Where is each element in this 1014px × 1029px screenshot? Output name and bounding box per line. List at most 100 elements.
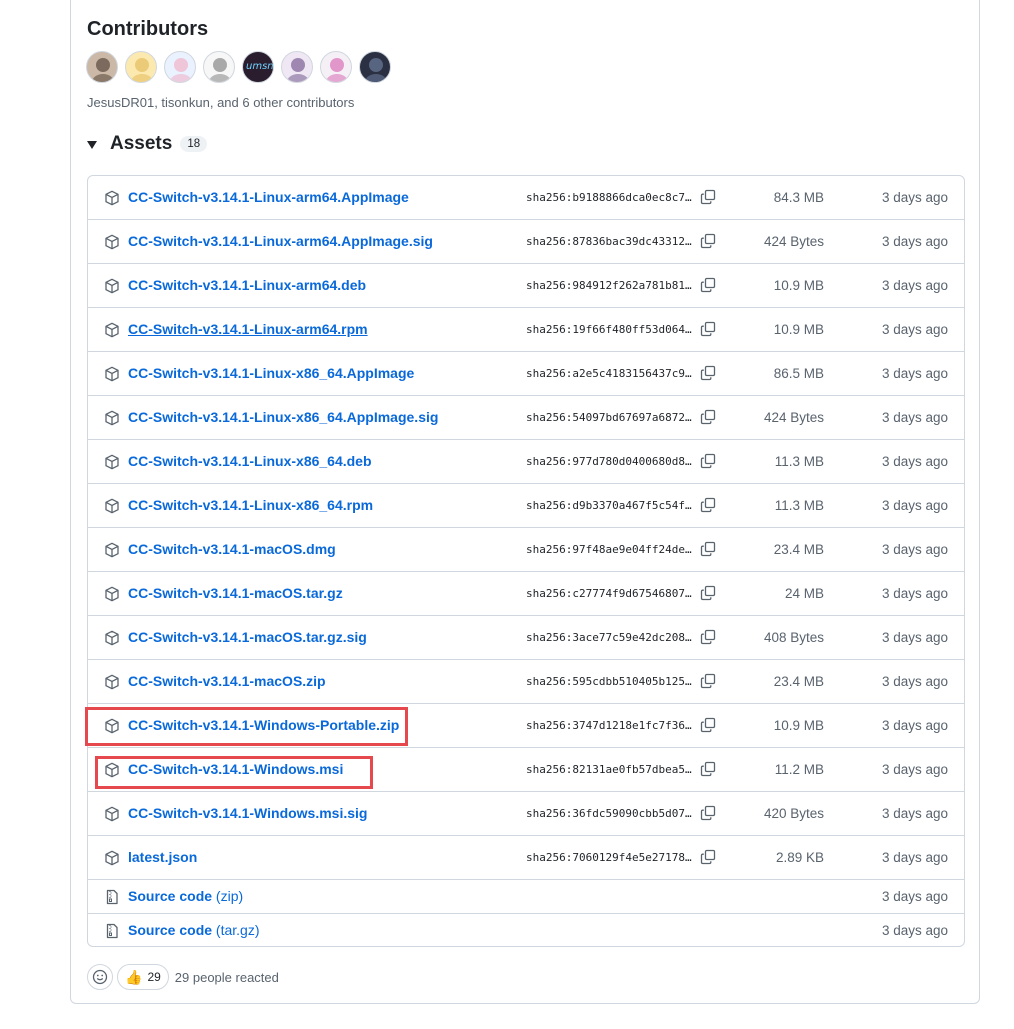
source-code-row: Source code (zip) 3 days ago	[88, 880, 964, 914]
package-icon	[104, 762, 120, 778]
copy-icon[interactable]	[700, 805, 716, 821]
asset-sha256: sha256:977d780d0400680d8…	[526, 455, 692, 468]
copy-icon[interactable]	[700, 277, 716, 293]
asset-size: 11.3 MB	[774, 454, 824, 469]
asset-size: 10.9 MB	[773, 278, 824, 293]
copy-icon[interactable]	[700, 585, 716, 601]
copy-icon[interactable]	[700, 189, 716, 205]
asset-date: 3 days ago	[881, 850, 948, 865]
asset-download-link[interactable]: CC-Switch-v3.14.1-macOS.tar.gz	[128, 585, 343, 601]
asset-date: 3 days ago	[881, 542, 948, 557]
source-code-row: Source code (tar.gz) 3 days ago	[88, 914, 964, 946]
asset-date: 3 days ago	[881, 889, 948, 904]
asset-row: latest.json sha256:7060129f4e5e27178… 2.89…	[88, 836, 964, 880]
asset-date: 3 days ago	[881, 674, 948, 689]
copy-icon[interactable]	[700, 233, 716, 249]
asset-size: 24 MB	[784, 586, 824, 601]
copy-icon[interactable]	[700, 497, 716, 513]
asset-size: 86.5 MB	[773, 366, 824, 381]
asset-row: CC-Switch-v3.14.1-Linux-arm64.AppImage sh…	[88, 176, 964, 220]
asset-download-link[interactable]: CC-Switch-v3.14.1-macOS.dmg	[128, 541, 336, 557]
contributor-avatar[interactable]	[164, 51, 196, 83]
asset-download-link[interactable]: CC-Switch-v3.14.1-Windows.msi	[128, 761, 343, 777]
asset-sha256: sha256:7060129f4e5e27178…	[526, 851, 692, 864]
thumbs-up-count: 29	[147, 970, 161, 984]
asset-sha256: sha256:82131ae0fb57dbea5…	[526, 763, 692, 776]
asset-sha256: sha256:97f48ae9e04ff24de…	[526, 543, 692, 556]
contributor-avatar[interactable]	[359, 51, 391, 83]
reactions-summary: 29 people reacted	[174, 969, 279, 985]
asset-sha256: sha256:b9188866dca0ec8c7…	[526, 191, 692, 204]
copy-icon[interactable]	[700, 717, 716, 733]
source-code-link[interactable]: Source code (zip)	[128, 888, 243, 904]
asset-date: 3 days ago	[881, 234, 948, 249]
contributor-avatar[interactable]: umsn	[242, 51, 274, 83]
contributors-title: Contributors	[87, 18, 209, 40]
contributor-avatar[interactable]	[125, 51, 157, 83]
asset-row: CC-Switch-v3.14.1-Linux-x86_64.deb sha256…	[88, 440, 964, 484]
asset-download-link[interactable]: CC-Switch-v3.14.1-Windows-Portable.zip	[128, 717, 399, 733]
package-icon	[104, 410, 120, 426]
copy-icon[interactable]	[700, 761, 716, 777]
contributor-avatar[interactable]	[86, 51, 118, 83]
asset-row: CC-Switch-v3.14.1-Linux-arm64.AppImage.s…	[88, 220, 964, 264]
asset-size: 424 Bytes	[763, 234, 824, 249]
asset-row: CC-Switch-v3.14.1-Linux-arm64.rpm sha256:…	[88, 308, 964, 352]
asset-download-link[interactable]: CC-Switch-v3.14.1-Linux-arm64.deb	[128, 277, 366, 293]
asset-row: CC-Switch-v3.14.1-Windows.msi.sig sha256:…	[88, 792, 964, 836]
asset-download-link[interactable]: CC-Switch-v3.14.1-macOS.zip	[128, 673, 326, 689]
smiley-icon	[92, 969, 108, 985]
copy-icon[interactable]	[700, 849, 716, 865]
asset-date: 3 days ago	[881, 630, 948, 645]
package-icon	[104, 278, 120, 294]
asset-date: 3 days ago	[881, 806, 948, 821]
source-code-format: (zip)	[215, 888, 244, 904]
contributors-summary: JesusDR01, tisonkun, and 6 other contrib…	[87, 95, 355, 110]
asset-sha256: sha256:595cdbb510405b125…	[526, 675, 692, 688]
package-icon	[104, 806, 120, 822]
asset-date: 3 days ago	[881, 366, 948, 381]
package-icon	[104, 630, 120, 646]
thumbs-up-reaction[interactable]: 👍 29	[117, 964, 169, 990]
package-icon	[104, 542, 120, 558]
copy-icon[interactable]	[700, 541, 716, 557]
contributor-avatar[interactable]	[281, 51, 313, 83]
asset-row: CC-Switch-v3.14.1-macOS.tar.gz.sig sha256…	[88, 616, 964, 660]
asset-download-link[interactable]: CC-Switch-v3.14.1-Linux-x86_64.AppImage.…	[128, 409, 438, 425]
asset-size: 408 Bytes	[763, 630, 824, 645]
asset-download-link[interactable]: CC-Switch-v3.14.1-Linux-x86_64.deb	[128, 453, 372, 469]
asset-sha256: sha256:54097bd67697a6872…	[526, 411, 692, 424]
asset-size: 11.2 MB	[774, 762, 824, 777]
copy-icon[interactable]	[700, 321, 716, 337]
asset-download-link[interactable]: CC-Switch-v3.14.1-Linux-arm64.rpm	[128, 321, 368, 337]
asset-download-link[interactable]: CC-Switch-v3.14.1-Windows.msi.sig	[128, 805, 367, 821]
asset-row: CC-Switch-v3.14.1-Windows-Portable.zip sh…	[88, 704, 964, 748]
asset-date: 3 days ago	[881, 762, 948, 777]
asset-sha256: sha256:3747d1218e1fc7f36…	[526, 719, 692, 732]
asset-sha256: sha256:c27774f9d67546807…	[526, 587, 692, 600]
contributor-avatar[interactable]	[203, 51, 235, 83]
asset-download-link[interactable]: CC-Switch-v3.14.1-Linux-arm64.AppImage	[128, 189, 409, 205]
asset-size: 2.89 KB	[775, 850, 824, 865]
assets-count-badge: 18	[180, 136, 208, 152]
copy-icon[interactable]	[700, 453, 716, 469]
asset-download-link[interactable]: CC-Switch-v3.14.1-Linux-x86_64.rpm	[128, 497, 373, 513]
asset-download-link[interactable]: CC-Switch-v3.14.1-macOS.tar.gz.sig	[128, 629, 367, 645]
asset-row: CC-Switch-v3.14.1-Linux-x86_64.AppImage.…	[88, 396, 964, 440]
assets-title: Assets	[110, 133, 173, 154]
asset-download-link[interactable]: CC-Switch-v3.14.1-Linux-arm64.AppImage.s…	[128, 233, 433, 249]
copy-icon[interactable]	[700, 629, 716, 645]
add-reaction-button[interactable]	[87, 964, 113, 990]
package-icon	[104, 674, 120, 690]
source-code-link[interactable]: Source code (tar.gz)	[128, 922, 260, 938]
copy-icon[interactable]	[700, 365, 716, 381]
package-icon	[104, 586, 120, 602]
copy-icon[interactable]	[700, 673, 716, 689]
asset-date: 3 days ago	[881, 190, 948, 205]
asset-download-link[interactable]: latest.json	[128, 849, 197, 865]
copy-icon[interactable]	[700, 409, 716, 425]
assets-toggle[interactable]: Assets 18	[87, 133, 208, 155]
contributor-avatar[interactable]	[320, 51, 352, 83]
thumbs-up-icon: 👍	[125, 968, 143, 985]
asset-download-link[interactable]: CC-Switch-v3.14.1-Linux-x86_64.AppImage	[128, 365, 414, 381]
